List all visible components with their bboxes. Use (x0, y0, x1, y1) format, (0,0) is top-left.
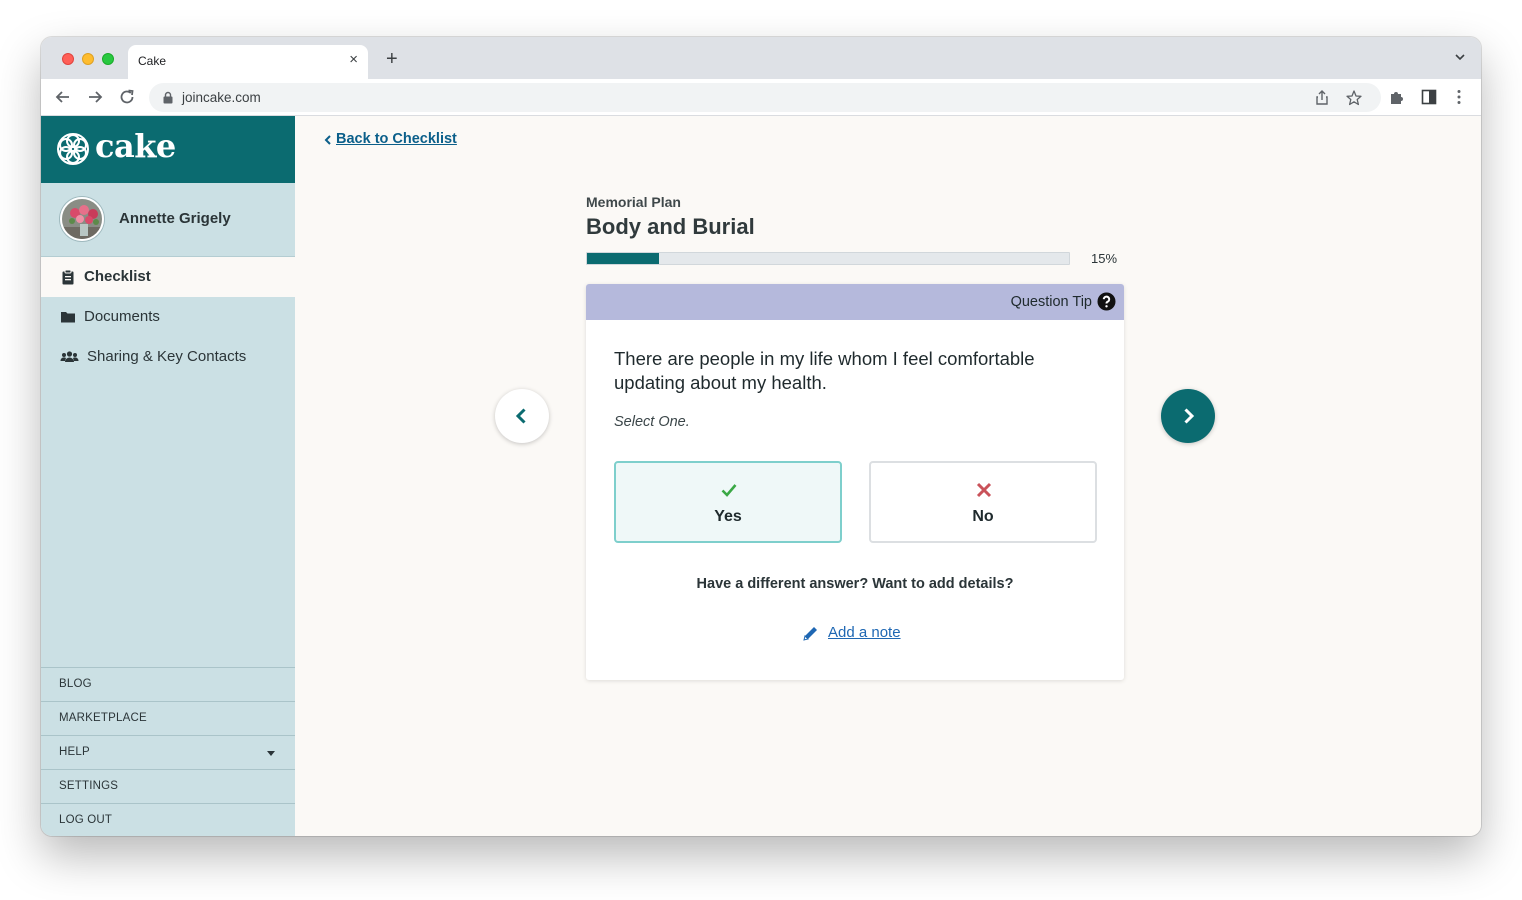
minimize-window-button[interactable] (82, 53, 94, 65)
tab-close-icon[interactable]: × (349, 52, 358, 67)
answer-label: No (972, 508, 994, 525)
new-tab-button[interactable]: + (386, 49, 398, 69)
plan-kicker: Memorial Plan (586, 194, 681, 210)
progress-fill (587, 253, 660, 264)
footer-item-help[interactable]: HELP (41, 735, 295, 769)
logo-bar[interactable]: cake (41, 116, 295, 183)
back-to-checklist-link[interactable]: Back to Checklist (336, 131, 457, 147)
address-bar[interactable]: joincake.com (149, 83, 1381, 112)
lock-icon (163, 91, 173, 104)
forward-arrow-icon[interactable] (85, 87, 105, 107)
check-icon (721, 484, 737, 497)
sidebar-item-label: Sharing & Key Contacts (87, 348, 247, 365)
answer-yes-button[interactable]: Yes (614, 461, 842, 543)
url-text: joincake.com (182, 90, 261, 105)
pencil-icon (803, 627, 817, 641)
answer-label: Yes (714, 508, 742, 525)
footer-item-label: LOG OUT (59, 814, 113, 826)
sidebar: cake Annette Grigely Checklist Documents… (41, 116, 295, 836)
footer-item-label: SETTINGS (59, 780, 119, 792)
maximize-window-button[interactable] (102, 53, 114, 65)
share-icon[interactable] (1313, 89, 1331, 107)
x-icon (976, 482, 992, 498)
main-content: Back to Checklist Memorial Plan Body and… (295, 116, 1481, 836)
chevron-left-icon (515, 408, 526, 424)
side-panel-icon[interactable] (1420, 88, 1438, 106)
progress-bar (586, 252, 1070, 265)
tab-title: Cake (138, 54, 167, 68)
question-text: There are people in my life whom I feel … (614, 348, 1035, 393)
sidebar-item-documents[interactable]: Documents (41, 297, 295, 337)
footer-item-label: HELP (59, 746, 90, 758)
user-profile[interactable]: Annette Grigely (41, 183, 295, 257)
app: cake Annette Grigely Checklist Documents… (41, 116, 1481, 836)
sidebar-item-sharing[interactable]: Sharing & Key Contacts (41, 337, 295, 377)
footer-item-blog[interactable]: BLOG (41, 667, 295, 701)
chevron-right-icon (1184, 408, 1195, 424)
footer-item-label: MARKETPLACE (59, 712, 147, 724)
chevron-left-icon (324, 135, 331, 145)
add-note-link[interactable]: Add a note (828, 624, 901, 641)
sidebar-item-checklist[interactable]: Checklist (41, 257, 295, 297)
browser-window: Cake × + joincake.com cake Annette Grige… (41, 37, 1481, 836)
cake-flower-logo-icon (57, 133, 89, 165)
close-window-button[interactable] (62, 53, 74, 65)
next-question-button[interactable] (1161, 389, 1215, 443)
footer-item-label: BLOG (59, 678, 92, 690)
browser-toolbar: joincake.com (41, 79, 1481, 116)
tab-search-chevron-icon[interactable] (1453, 50, 1467, 64)
browser-tab[interactable]: Cake × (128, 45, 368, 79)
flower-bouquet-photo (62, 199, 102, 239)
logo-text: cake (95, 127, 176, 165)
footer-item-settings[interactable]: SETTINGS (41, 769, 295, 803)
instruction-text: Select One. (614, 414, 690, 430)
page-title: Body and Burial (586, 214, 755, 239)
bookmark-star-icon[interactable] (1345, 89, 1363, 107)
question-tip-label: Question Tip (1010, 294, 1092, 310)
progress-label: 15% (1091, 251, 1118, 266)
sidebar-item-label: Documents (84, 308, 160, 325)
more-menu-icon[interactable] (1450, 88, 1468, 106)
question-tip-bar[interactable]: Question Tip (586, 284, 1124, 320)
answer-no-button[interactable]: No (869, 461, 1097, 543)
tab-strip: Cake × + (41, 37, 1481, 79)
sidebar-item-label: Checklist (84, 268, 151, 285)
question-mark-icon[interactable] (1097, 292, 1116, 311)
previous-question-button[interactable] (495, 389, 549, 443)
user-name: Annette Grigely (119, 210, 231, 227)
avatar (60, 197, 104, 241)
reload-icon[interactable] (117, 87, 137, 107)
footer-item-marketplace[interactable]: MARKETPLACE (41, 701, 295, 735)
back-arrow-icon[interactable] (53, 87, 73, 107)
question-card: Question Tip There are people in my life… (586, 284, 1124, 680)
folder-icon (61, 312, 75, 323)
users-icon (60, 351, 79, 362)
helper-text: Have a different answer? Want to add det… (696, 576, 1014, 592)
caret-down-icon (267, 751, 275, 756)
extensions-puzzle-icon[interactable] (1388, 88, 1406, 106)
footer-item-logout[interactable]: LOG OUT (41, 803, 295, 836)
clipboard-icon (62, 269, 74, 285)
